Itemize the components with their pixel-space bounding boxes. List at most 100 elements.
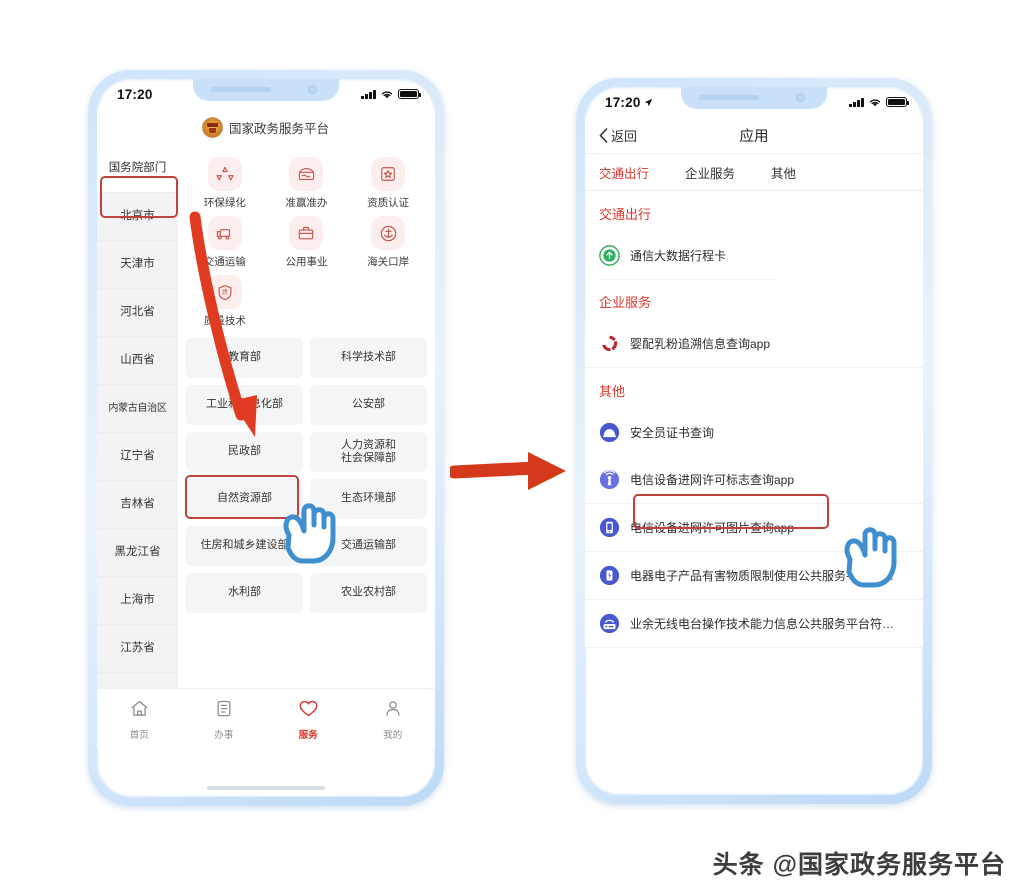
tab-label: 首页 xyxy=(129,729,149,741)
tab-label: 我的 xyxy=(383,729,403,741)
sidebar-item-label: 辽宁省 xyxy=(120,449,155,462)
heart-icon xyxy=(297,698,320,724)
service-cell-0[interactable]: 环保绿化 xyxy=(184,157,266,210)
radio-station-icon xyxy=(599,613,620,634)
sidebar-item-11[interactable]: 浙江省 xyxy=(97,673,178,688)
phone-mockup-right: 17:20 返回 应用 交通出行 企业服务 其他 交通出行 通信大数据行程卡 企… xyxy=(576,78,932,804)
sidebar-item-label: 黑龙江省 xyxy=(114,545,161,558)
status-time-right: 17:20 xyxy=(605,95,653,110)
department-cell-label: 公安部 xyxy=(352,398,385,411)
service-cell-2[interactable]: 资质认证 xyxy=(347,157,429,210)
app-row-label: 安全员证书查询 xyxy=(630,426,715,440)
app-row-1-0[interactable]: 婴配乳粉追溯信息查询app xyxy=(585,320,923,368)
app-row-label: 电信设备进网许可标志查询app xyxy=(630,473,795,487)
category-tab-0[interactable]: 交通出行 xyxy=(599,163,649,182)
anchor-icon xyxy=(371,216,406,250)
category-tab-1[interactable]: 企业服务 xyxy=(685,163,735,182)
app-group-title-2: 其他 xyxy=(585,368,923,409)
department-cell-10[interactable]: 水利部 xyxy=(186,573,303,613)
traceability-icon xyxy=(599,333,620,354)
battery-icon xyxy=(398,88,422,100)
tab-首页[interactable]: 首页 xyxy=(97,698,182,741)
sidebar-item-0[interactable]: 国务院部门 xyxy=(97,145,178,193)
sidebar-item-5[interactable]: 内蒙古自治区 xyxy=(97,385,178,433)
device-image-icon xyxy=(599,517,620,538)
sidebar-item-8[interactable]: 黑龙江省 xyxy=(97,529,178,577)
signal-bars-icon xyxy=(849,97,864,107)
status-indicators-right xyxy=(849,96,910,108)
app-group-title-1: 企业服务 xyxy=(585,279,923,320)
bottom-tab-bar[interactable]: 首页 办事 服务 我的 xyxy=(97,688,435,749)
certificate-star-icon xyxy=(371,157,406,191)
sidebar-item-1[interactable]: 北京市 xyxy=(97,193,178,241)
sidebar-item-6[interactable]: 辽宁省 xyxy=(97,433,178,481)
status-bar-left: 17:20 xyxy=(97,79,435,109)
signal-tower-icon xyxy=(599,469,620,490)
location-arrow-icon xyxy=(644,98,652,106)
tab-办事[interactable]: 办事 xyxy=(182,698,267,741)
phone-screen-right: 17:20 返回 应用 交通出行 企业服务 其他 交通出行 通信大数据行程卡 企… xyxy=(585,87,923,795)
sidebar-item-7[interactable]: 吉林省 xyxy=(97,481,178,529)
service-cell-5[interactable]: 海关口岸 xyxy=(347,216,429,269)
sidebar-item-10[interactable]: 江苏省 xyxy=(97,625,178,673)
recycle-icon xyxy=(207,157,242,191)
home-indicator-left xyxy=(207,786,325,790)
sidebar-item-label: 内蒙古自治区 xyxy=(108,402,167,414)
back-button-label: 返回 xyxy=(611,128,638,144)
tap-hand-cursor-left-icon xyxy=(283,503,336,564)
wifi-icon xyxy=(869,98,881,106)
service-cell-1[interactable]: 准赢准办 xyxy=(266,157,348,210)
sidebar-item-label: 上海市 xyxy=(120,593,155,606)
department-cell-label: 人力资源和 社会保障部 xyxy=(341,438,396,464)
app-row-2-1[interactable]: 电信设备进网许可标志查询app xyxy=(585,456,923,504)
department-cell-label: 科学技术部 xyxy=(341,351,396,364)
status-bar-right: 17:20 xyxy=(585,87,923,117)
app-row-0-0[interactable]: 通信大数据行程卡 xyxy=(585,232,923,280)
sidebar-item-label: 北京市 xyxy=(120,209,155,222)
travel-card-icon xyxy=(599,245,620,266)
signal-bars-icon xyxy=(361,89,376,99)
category-tab-2[interactable]: 其他 xyxy=(771,163,796,182)
department-cell-label: 自然资源部 xyxy=(217,492,272,505)
national-emblem-icon xyxy=(202,117,222,137)
rohs-icon xyxy=(599,565,620,586)
department-cell-label: 水利部 xyxy=(228,586,261,599)
chevron-left-icon xyxy=(599,127,608,143)
sidebar-item-label: 山西省 xyxy=(120,353,155,366)
app-row-2-4[interactable]: 业余无线电台操作技术能力信息公共服务平台符… xyxy=(585,600,923,648)
service-cell-label: 准赢准办 xyxy=(285,197,328,209)
app-group-title-0: 交通出行 xyxy=(585,191,923,232)
sidebar-item-label: 吉林省 xyxy=(120,497,155,510)
sidebar-item-9[interactable]: 上海市 xyxy=(97,577,178,625)
safety-helmet-icon xyxy=(599,422,620,443)
transition-arrow-right-icon xyxy=(450,452,566,490)
sidebar-item-4[interactable]: 山西省 xyxy=(97,337,178,385)
screenshot-stage: 17:20 国家政务服务平台 国务院部门北京市天津市河北省山西省内蒙古 xyxy=(0,0,1024,895)
app-row-2-0[interactable]: 安全员证书查询 xyxy=(585,409,923,457)
sidebar-item-label: 国务院部门 xyxy=(108,161,167,174)
sidebar-item-label: 江苏省 xyxy=(120,641,155,654)
service-cell-label: 资质认证 xyxy=(367,197,410,209)
department-cell-11[interactable]: 农业农村部 xyxy=(310,573,427,613)
nav-bar-right: 返回 应用 xyxy=(585,117,923,154)
region-sidebar[interactable]: 国务院部门北京市天津市河北省山西省内蒙古自治区辽宁省吉林省黑龙江省上海市江苏省浙… xyxy=(97,145,178,688)
sidebar-item-label: 天津市 xyxy=(120,257,155,270)
app-header-left: 国家政务服务平台 xyxy=(97,109,435,145)
list-icon xyxy=(214,698,234,724)
service-cell-label: 海关口岸 xyxy=(367,256,410,268)
back-button[interactable]: 返回 xyxy=(599,126,637,145)
tab-服务[interactable]: 服务 xyxy=(266,698,351,741)
home-icon xyxy=(129,698,150,724)
sidebar-item-2[interactable]: 天津市 xyxy=(97,241,178,289)
sidebar-item-label: 河北省 xyxy=(120,305,155,318)
tab-我的[interactable]: 我的 xyxy=(351,698,436,741)
app-row-label: 电信设备进网许可图片查询app xyxy=(630,521,795,535)
phone-screen-left: 17:20 国家政务服务平台 国务院部门北京市天津市河北省山西省内蒙古 xyxy=(97,79,435,797)
sidebar-item-3[interactable]: 河北省 xyxy=(97,289,178,337)
department-cell-label: 农业农村部 xyxy=(341,586,396,599)
phone-mockup-left: 17:20 国家政务服务平台 国务院部门北京市天津市河北省山西省内蒙古 xyxy=(88,70,444,806)
app-row-label: 婴配乳粉追溯信息查询app xyxy=(630,337,771,351)
category-tabs[interactable]: 交通出行 企业服务 其他 xyxy=(585,154,923,191)
status-indicators-left xyxy=(361,88,422,100)
person-icon xyxy=(383,698,403,724)
